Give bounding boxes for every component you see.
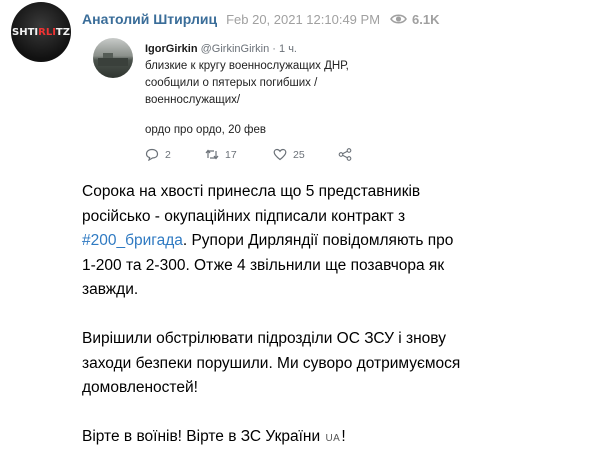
avatar-logo-text: SHTIRLITZ [12, 26, 70, 38]
tweet-retweet: 17 [205, 148, 237, 161]
views-counter: 6.1K [390, 11, 440, 27]
embedded-tweet-image[interactable]: IgorGirkin @GirkinGirkin · 1 ч. близкие … [93, 38, 393, 168]
tweet-signature: ордо про ордо, 20 фев [145, 124, 267, 136]
tweet-header: IgorGirkin @GirkinGirkin · 1 ч. [145, 43, 297, 55]
post-line: Вирішили обстрілювати підрозділи ОС ЗСУ … [82, 330, 446, 347]
hashtag-link[interactable]: #200_бригада [82, 232, 183, 249]
like-icon [273, 148, 287, 161]
retweet-icon [205, 149, 219, 160]
tweet-text-line: военнослужащих/ [145, 94, 241, 106]
views-count: 6.1K [412, 11, 440, 27]
post-line: Вірте в воїнів! Вірте в ЗС України UA! [82, 428, 346, 445]
eye-icon [390, 14, 407, 24]
like-count: 25 [293, 148, 305, 161]
tweet-text: близкие к кругу военнослужащих ДНР, сооб… [145, 58, 385, 109]
channel-avatar[interactable]: SHTIRLITZ [11, 2, 71, 62]
tweet-share [338, 148, 358, 161]
tweet-handle: @GirkinGirkin · 1 ч. [200, 43, 297, 55]
post-line: російсько - окупаційних підписали контра… [82, 207, 406, 225]
channel-name[interactable]: Анатолий Штирлиц [82, 11, 217, 27]
tweet-reply: 2 [145, 148, 171, 161]
message-text: Сорока на хвості принесла що 5 представн… [82, 180, 602, 450]
post-line: заходи безпеки порушили. Ми суворо дотри… [82, 354, 461, 372]
tweet-actions: 2 17 25 [145, 148, 365, 164]
post-line: 1-200 та 2-300. Отже 4 звільнили ще поза… [82, 256, 445, 274]
message-timestamp: Feb 20, 2021 12:10:49 PM [226, 11, 381, 27]
tweet-text-line: сообщили о пятерых погибших / [145, 77, 318, 89]
post-line: #200_бригада. Рупори Дирляндії повідомля… [82, 232, 454, 249]
retweet-count: 17 [225, 148, 237, 161]
share-icon [338, 148, 352, 161]
post-line: завжди. [82, 281, 139, 298]
tweet-like: 25 [273, 148, 305, 161]
reply-count: 2 [165, 148, 171, 161]
ua-flag-icon: UA [325, 433, 341, 444]
post-line: домовленостей! [82, 379, 198, 396]
message-header: Анатолий Штирлиц Feb 20, 2021 12:10:49 P… [82, 9, 440, 29]
tweet-text-line: близкие к кругу военнослужащих ДНР, [145, 60, 349, 72]
tweet-author: IgorGirkin [145, 43, 198, 55]
post-line: Сорока на хвості принесла що 5 представн… [82, 183, 421, 200]
tweet-author-avatar [93, 38, 133, 78]
reply-icon [145, 148, 159, 161]
